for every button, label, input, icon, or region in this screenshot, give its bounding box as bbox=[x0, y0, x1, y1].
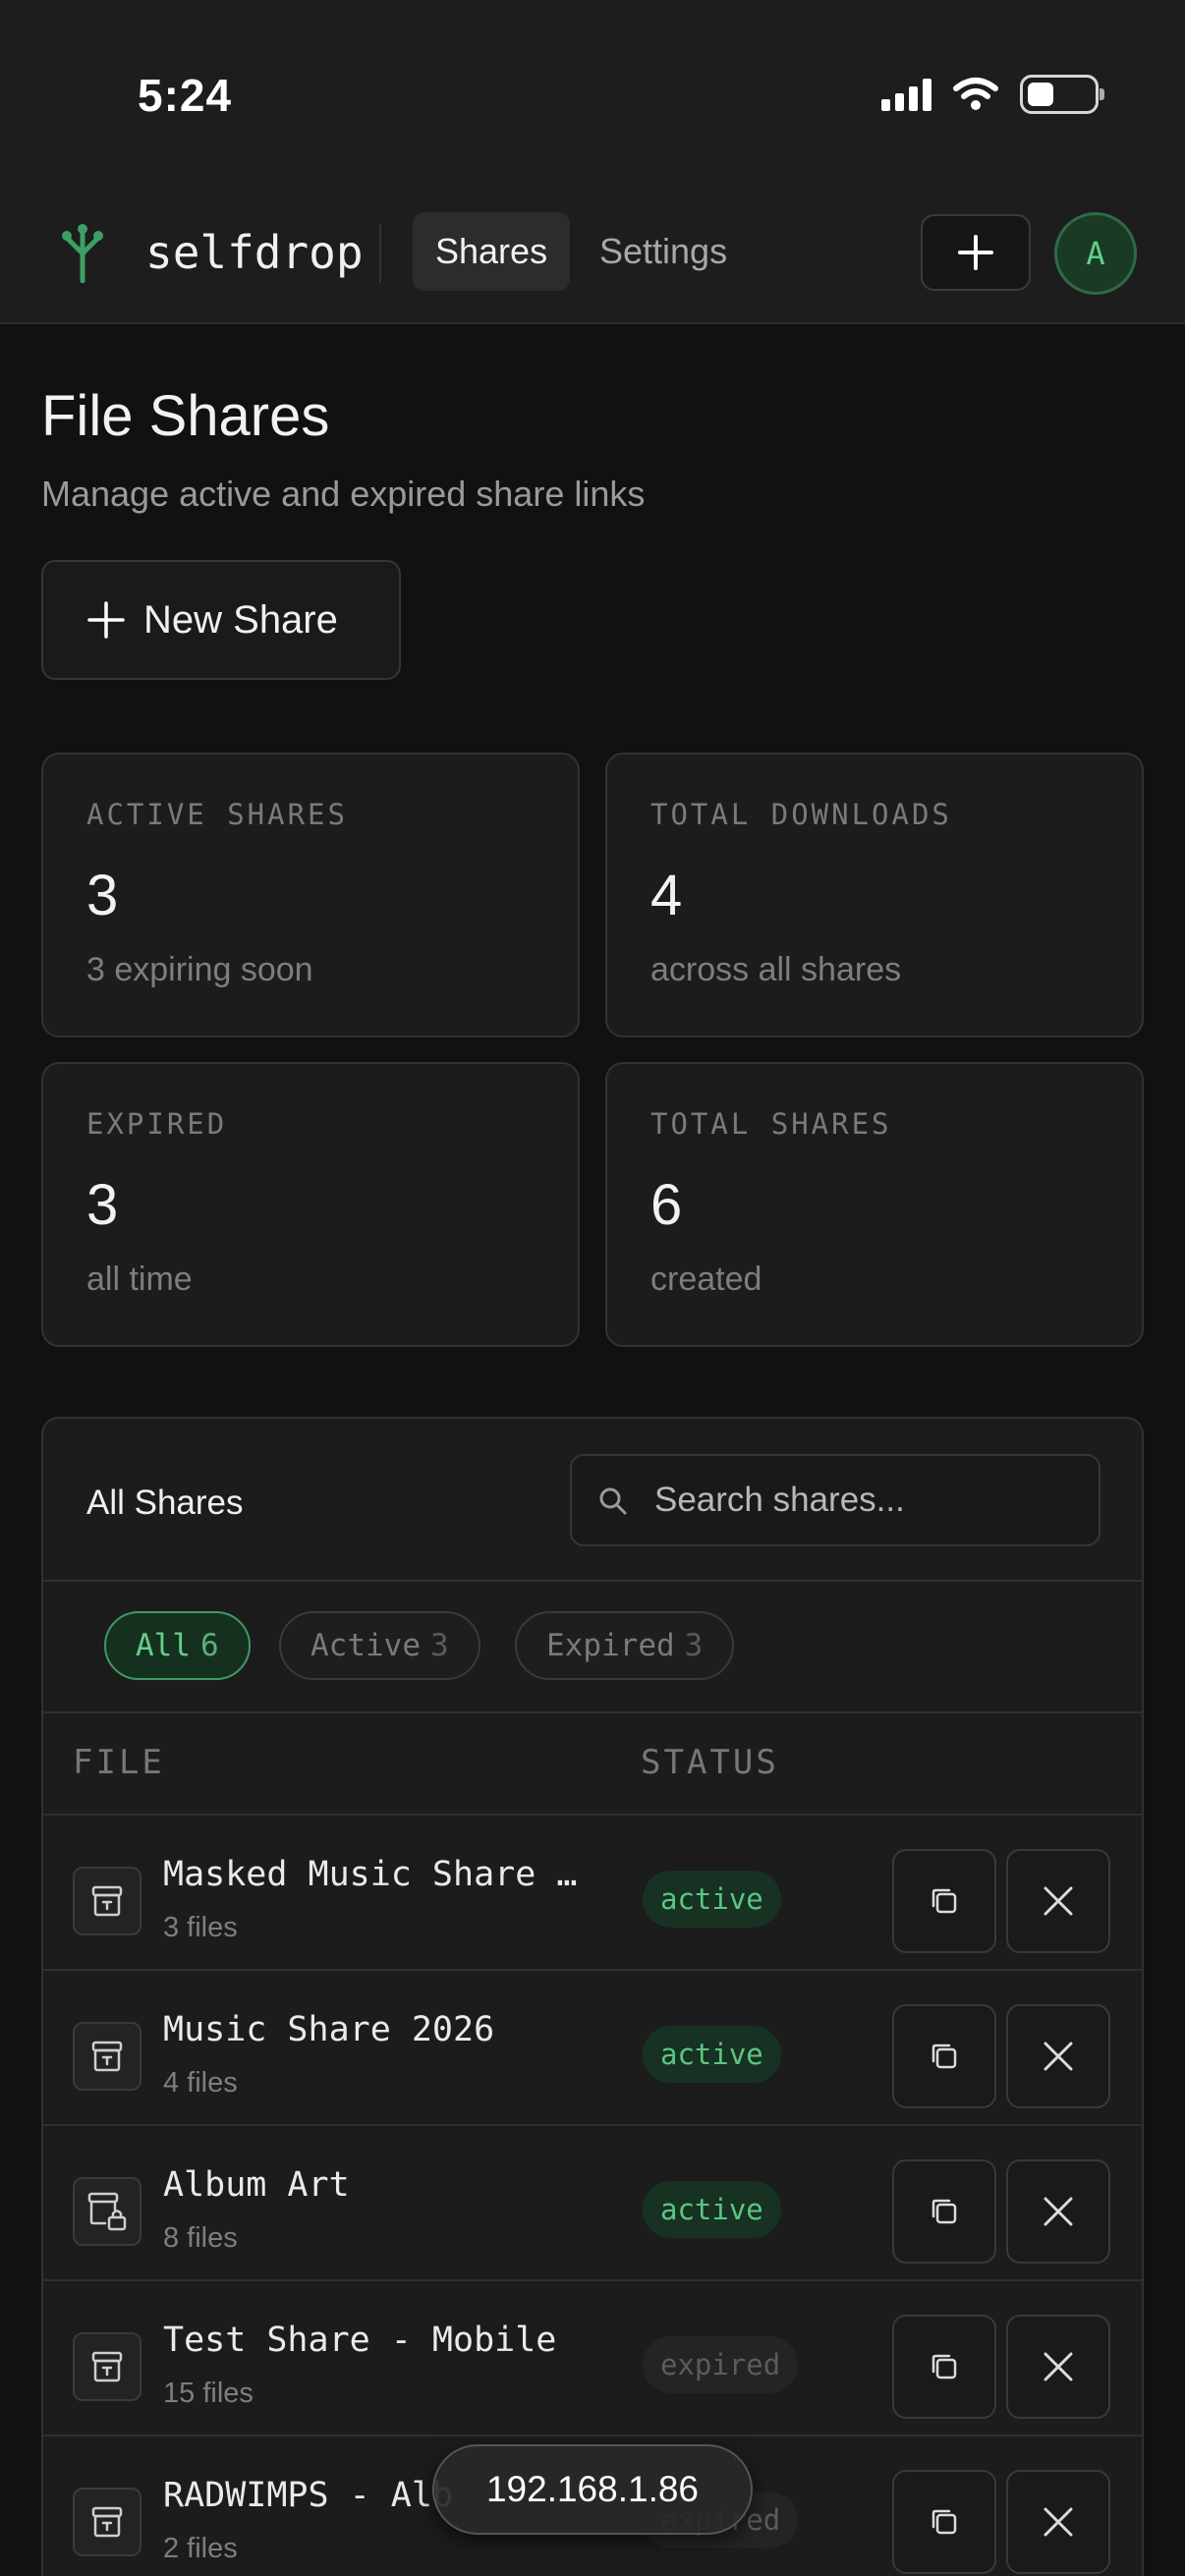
close-icon bbox=[1044, 2042, 1073, 2071]
status-badge: active bbox=[643, 1871, 781, 1928]
copy-icon bbox=[931, 2199, 957, 2224]
app-header: selfdrop Shares Settings A bbox=[0, 196, 1185, 324]
revoke-share-button[interactable] bbox=[1006, 2004, 1110, 2108]
filter-count: 6 bbox=[200, 1628, 219, 1663]
search-box[interactable] bbox=[570, 1454, 1100, 1546]
table-row[interactable]: Test Share - Mobile 15 files expired bbox=[43, 2279, 1142, 2435]
stat-label: EXPIRED bbox=[86, 1107, 228, 1141]
archive-icon bbox=[73, 2022, 141, 2091]
copy-icon bbox=[931, 1888, 957, 1914]
status-time: 5:24 bbox=[138, 70, 233, 121]
file-count: 8 files bbox=[163, 2222, 238, 2254]
brand-name: selfdrop bbox=[145, 226, 364, 279]
table-row[interactable]: Music Share 2026 4 files active bbox=[43, 1969, 1142, 2124]
filter-label: All bbox=[136, 1628, 191, 1663]
divider bbox=[43, 1711, 1142, 1713]
stat-label: ACTIVE SHARES bbox=[86, 798, 348, 831]
search-icon bbox=[599, 1487, 627, 1515]
column-header-status: STATUS bbox=[641, 1743, 779, 1782]
wifi-icon bbox=[953, 78, 998, 110]
copy-icon bbox=[931, 2354, 957, 2380]
avatar[interactable]: A bbox=[1054, 212, 1137, 295]
copy-link-button[interactable] bbox=[892, 2004, 996, 2108]
page-title: File Shares bbox=[41, 384, 330, 448]
status-icons bbox=[881, 75, 1104, 114]
copy-link-button[interactable] bbox=[892, 1849, 996, 1953]
status-badge: active bbox=[643, 2181, 781, 2238]
stat-value: 3 bbox=[86, 1173, 119, 1237]
panel-title: All Shares bbox=[86, 1484, 244, 1522]
stat-label: TOTAL DOWNLOADS bbox=[650, 798, 952, 831]
stat-card-expired: EXPIRED 3 all time bbox=[41, 1062, 580, 1347]
file-count: 2 files bbox=[163, 2533, 238, 2564]
revoke-share-button[interactable] bbox=[1006, 2315, 1110, 2419]
tab-shares[interactable]: Shares bbox=[413, 212, 571, 291]
stat-value: 6 bbox=[650, 1173, 683, 1237]
revoke-share-button[interactable] bbox=[1006, 2159, 1110, 2264]
new-share-header-button[interactable] bbox=[921, 214, 1031, 291]
file-name: RADWIMPS - Alb bbox=[163, 2476, 454, 2515]
stat-card-total-shares: TOTAL SHARES 6 created bbox=[605, 1062, 1144, 1347]
table-row[interactable]: Album Art 8 files active bbox=[43, 2124, 1142, 2279]
stat-value: 3 bbox=[86, 864, 119, 927]
stat-note: all time bbox=[86, 1260, 193, 1298]
stat-card-total-downloads: TOTAL DOWNLOADS 4 across all shares bbox=[605, 753, 1144, 1037]
archive-icon bbox=[73, 1867, 141, 1935]
filter-count: 3 bbox=[684, 1628, 704, 1663]
close-icon bbox=[1044, 2507, 1073, 2537]
copy-link-button[interactable] bbox=[892, 2315, 996, 2419]
filter-count: 3 bbox=[429, 1628, 449, 1663]
revoke-share-button[interactable] bbox=[1006, 1849, 1110, 1953]
filter-active[interactable]: Active 3 bbox=[279, 1611, 480, 1680]
selfdrop-logo-icon bbox=[62, 224, 103, 283]
status-bar: 5:24 bbox=[0, 0, 1185, 196]
table-row[interactable]: Masked Music Share 2… 3 files active bbox=[43, 1814, 1142, 1969]
file-name: Masked Music Share 2… bbox=[163, 1855, 586, 1894]
nav-divider bbox=[379, 224, 381, 283]
file-name: Music Share 2026 bbox=[163, 2010, 495, 2049]
new-share-button[interactable]: New Share bbox=[41, 560, 401, 680]
plus-icon bbox=[958, 235, 993, 270]
locked-archive-icon bbox=[73, 2177, 141, 2246]
close-icon bbox=[1044, 2197, 1073, 2226]
filter-label: Active bbox=[310, 1628, 421, 1663]
page-subtitle: Manage active and expired share links bbox=[41, 474, 646, 514]
address-bar-pill[interactable]: 192.168.1.86 bbox=[432, 2444, 753, 2535]
close-icon bbox=[1044, 1886, 1073, 1916]
archive-icon bbox=[73, 2488, 141, 2556]
revoke-share-button[interactable] bbox=[1006, 2470, 1110, 2574]
file-count: 15 files bbox=[163, 2378, 254, 2409]
divider bbox=[43, 1580, 1142, 1582]
status-badge: expired bbox=[643, 2336, 799, 2393]
stat-note: across all shares bbox=[650, 951, 902, 988]
column-header-file: FILE bbox=[73, 1743, 165, 1782]
filter-all[interactable]: All 6 bbox=[104, 1611, 251, 1680]
stat-card-active-shares: ACTIVE SHARES 3 3 expiring soon bbox=[41, 753, 580, 1037]
archive-icon bbox=[73, 2332, 141, 2401]
file-name: Album Art bbox=[163, 2165, 350, 2205]
status-badge: active bbox=[643, 2026, 781, 2083]
file-count: 4 files bbox=[163, 2067, 238, 2099]
plus-icon bbox=[87, 601, 125, 639]
copy-icon bbox=[931, 2509, 957, 2535]
stat-label: TOTAL SHARES bbox=[650, 1107, 892, 1141]
close-icon bbox=[1044, 2352, 1073, 2381]
search-input[interactable] bbox=[654, 1456, 1087, 1544]
stat-note: 3 expiring soon bbox=[86, 951, 313, 988]
file-name: Test Share - Mobile bbox=[163, 2321, 557, 2360]
new-share-label: New Share bbox=[143, 597, 338, 642]
file-count: 3 files bbox=[163, 1912, 238, 1943]
copy-icon bbox=[931, 2044, 957, 2069]
all-shares-panel: All Shares All6 Active3 Expired3 FILE ST… bbox=[41, 1417, 1144, 2576]
stat-value: 4 bbox=[650, 864, 683, 927]
copy-link-button[interactable] bbox=[892, 2470, 996, 2574]
filter-expired[interactable]: Expired 3 bbox=[515, 1611, 735, 1680]
tab-settings[interactable]: Settings bbox=[577, 212, 750, 291]
copy-link-button[interactable] bbox=[892, 2159, 996, 2264]
filter-label: Expired bbox=[546, 1628, 675, 1663]
stat-note: created bbox=[650, 1260, 762, 1298]
battery-icon bbox=[1020, 75, 1104, 114]
cellular-signal-icon bbox=[881, 78, 931, 111]
